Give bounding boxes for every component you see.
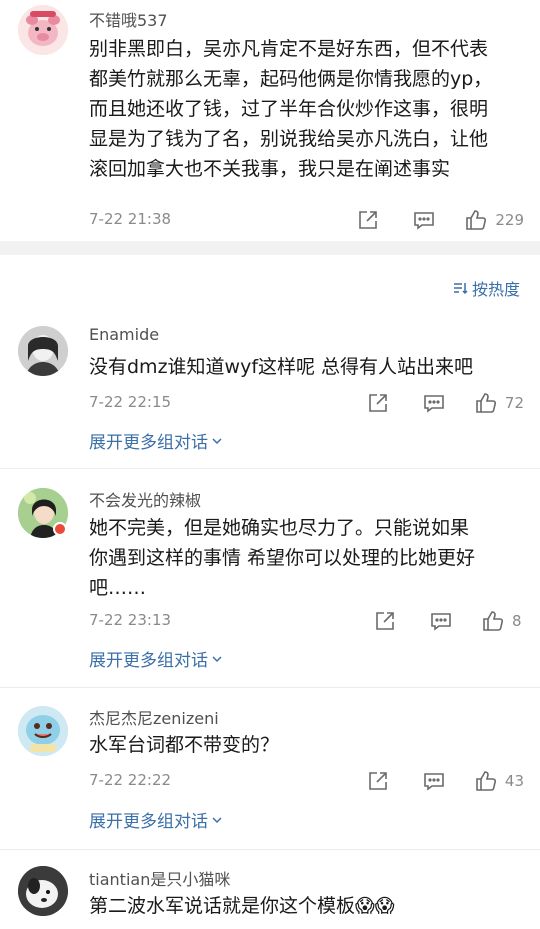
share-icon[interactable] — [357, 209, 379, 231]
chevron-down-icon — [212, 816, 222, 823]
comment-text-line: 没有dmz谁知道wyf这样呢 总得有人站出来吧 — [89, 356, 474, 378]
share-icon[interactable] — [374, 610, 396, 632]
comment-actions: 72 — [367, 390, 524, 416]
like-icon[interactable] — [475, 392, 497, 414]
expand-conversation-link[interactable]: 展开更多组对话 — [89, 807, 223, 832]
comment-text: 没有dmz谁知道wyf这样呢 总得有人站出来吧 — [89, 352, 519, 382]
comment-text-line: 别非黑即白，吴亦凡肯定不是好东西，但不代表 — [89, 38, 489, 60]
expand-label: 展开更多组对话 — [89, 812, 208, 832]
comment-meta: 7-22 23:13 8 — [89, 608, 524, 634]
sort-icon — [453, 283, 468, 295]
comment-actions: 8 — [374, 608, 524, 634]
comment-text: 别非黑即白，吴亦凡肯定不是好东西，但不代表 都美竹就那么无辜，起码他俩是你情我愿… — [89, 34, 519, 184]
comment-meta: 7-22 22:15 72 — [89, 390, 524, 416]
comment-text-line: 都美竹就那么无辜，起码他俩是你情我愿的yp， — [89, 68, 493, 90]
avatar[interactable] — [18, 706, 68, 756]
like-icon[interactable] — [465, 209, 487, 231]
comment-text: 她不完美，但是她确实也尽力了。只能说如果 你遇到这样的事情 希望你可以处理的比她… — [89, 513, 519, 603]
like-icon[interactable] — [475, 770, 497, 792]
comment-username[interactable]: Enamide — [89, 325, 159, 344]
expand-conversation-link[interactable]: 展开更多组对话 — [89, 646, 223, 671]
avatar[interactable] — [18, 866, 68, 916]
chevron-down-icon — [212, 437, 222, 444]
comment-meta: 7-22 22:22 43 — [89, 768, 524, 794]
avatar[interactable] — [18, 5, 68, 55]
comment-icon[interactable] — [413, 209, 435, 231]
expand-label: 展开更多组对话 — [89, 433, 208, 453]
expand-label: 展开更多组对话 — [89, 651, 208, 671]
like-count: 8 — [512, 612, 522, 630]
comment-text: 水军台词都不带变的？ — [89, 730, 519, 760]
comment-divider — [0, 468, 540, 469]
comment-time: 7-22 21:38 — [89, 210, 172, 228]
comment-text-line: 显是为了钱为了名，别说我给吴亦凡洗白，让他 — [89, 128, 489, 150]
chevron-down-icon — [212, 655, 222, 662]
comment-username[interactable]: tiantian是只小猫咪 — [89, 866, 230, 890]
comment-divider — [0, 687, 540, 688]
comment-meta: 7-22 21:38 229 — [89, 207, 524, 233]
like-icon[interactable] — [482, 610, 504, 632]
comment-actions: 229 — [357, 207, 524, 233]
comment-text-line: 水军台词都不带变的？ — [89, 734, 280, 756]
comment-text: 第二波水军说话就是你这个模板😱😱 — [89, 891, 519, 921]
expand-conversation-link[interactable]: 展开更多组对话 — [89, 428, 223, 453]
comment-text-line: 而且她还收了钱，过了半年合伙炒作这事，很明 — [89, 98, 489, 120]
comment-actions: 43 — [367, 768, 524, 794]
comment-icon[interactable] — [423, 770, 445, 792]
avatar[interactable] — [18, 326, 68, 376]
comment-icon[interactable] — [423, 392, 445, 414]
comment-text-line: 吧…… — [89, 577, 147, 599]
verified-badge-icon — [53, 522, 67, 536]
comment-username[interactable]: 杰尼杰尼zenizeni — [89, 705, 219, 729]
like-count: 72 — [504, 394, 524, 412]
comment-username[interactable]: 不错哦537 — [89, 7, 168, 31]
comment-text-line: 第二波水军说话就是你这个模板😱😱 — [89, 895, 395, 917]
sort-by-heat-button[interactable]: 按热度 — [452, 276, 520, 300]
comment-text-line: 你遇到这样的事情 希望你可以处理的比她更好 — [89, 547, 476, 569]
like-count: 229 — [495, 211, 524, 229]
comment-icon[interactable] — [430, 610, 452, 632]
comment-time: 7-22 22:22 — [89, 771, 172, 789]
section-divider — [0, 241, 540, 255]
comment-time: 7-22 22:15 — [89, 393, 172, 411]
comment-time: 7-22 23:13 — [89, 611, 172, 629]
share-icon[interactable] — [367, 770, 389, 792]
like-count: 43 — [504, 772, 524, 790]
sort-label: 按热度 — [471, 280, 520, 299]
comment-divider — [0, 849, 540, 850]
comment-text-line: 滚回加拿大也不关我事，我只是在阐述事实 — [89, 158, 451, 180]
comment-text-line: 她不完美，但是她确实也尽力了。只能说如果 — [89, 517, 470, 539]
share-icon[interactable] — [367, 392, 389, 414]
comment-username[interactable]: 不会发光的辣椒 — [89, 487, 201, 511]
